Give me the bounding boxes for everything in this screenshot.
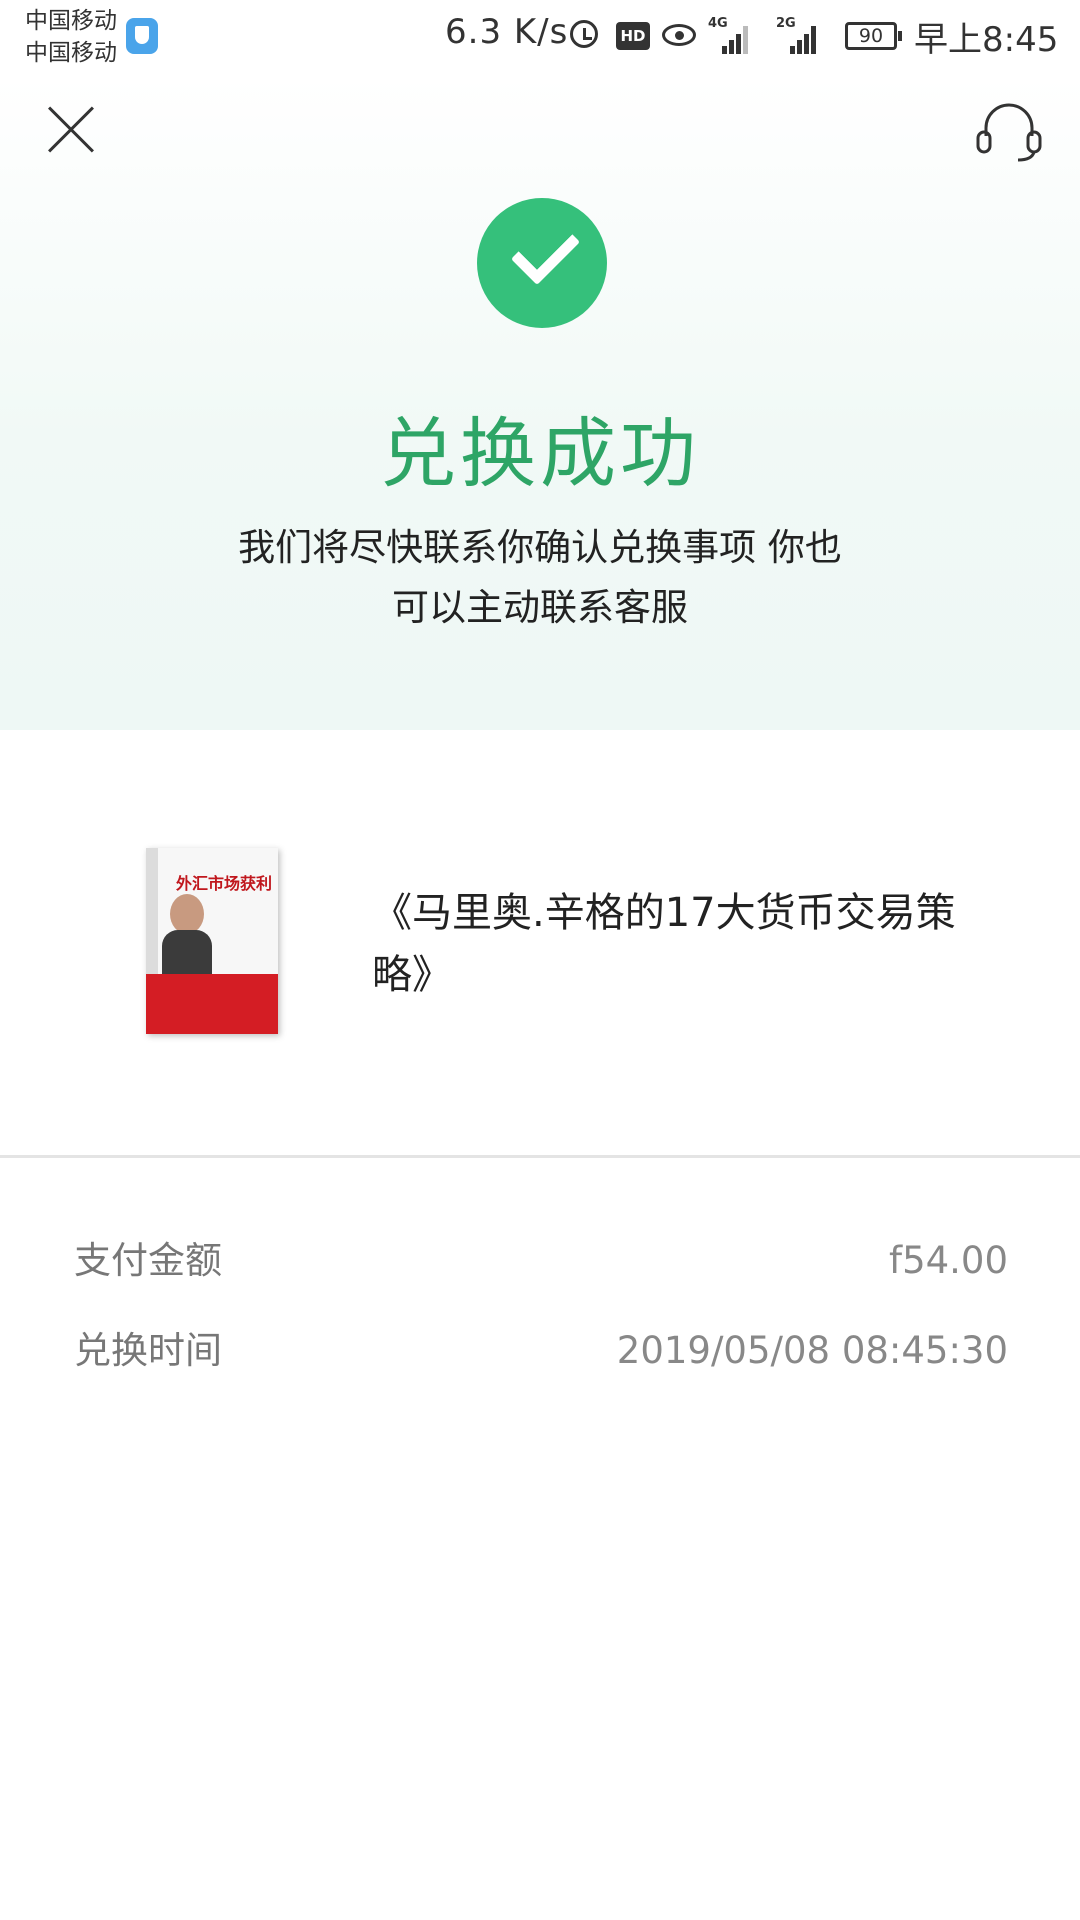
payment-amount-label: 支付金额 — [74, 1239, 222, 1282]
carrier-label-2: 中国移动 — [25, 40, 117, 66]
eye-icon — [662, 24, 696, 46]
book-cover-title: 外汇市场获利 — [175, 874, 272, 893]
product-name: 《马里奥.辛格的17大货币交易策略》 — [372, 890, 956, 998]
product-card[interactable]: 外汇市场获利 《马里奥.辛格的17大货币交易策略》 — [0, 730, 1080, 1158]
redeem-time-value: 2019/05/08 08:45:30 — [616, 1329, 1008, 1372]
result-title: 兑换成功 — [380, 409, 700, 498]
status-bar: 中国移动 中国移动 6.3 K/s HD 4G 2G 90 早上8:45 — [0, 0, 1080, 76]
result-description: 我们将尽快联系你确认兑换事项 你也可以主动联系客服 — [238, 526, 842, 629]
signal-4g-tag: 4G — [708, 16, 728, 31]
shield-icon — [126, 18, 158, 54]
network-speed: 6.3 K/s — [445, 12, 569, 52]
book-cover-image: 外汇市场获利 — [146, 848, 278, 1034]
book-cover-portrait — [162, 894, 212, 974]
signal-4g-icon: 4G — [708, 16, 750, 54]
alarm-icon — [570, 20, 598, 48]
book-cover-band — [146, 974, 278, 1034]
status-time: 早上8:45 — [914, 20, 1059, 60]
close-icon[interactable] — [44, 104, 96, 156]
redeem-time-row: 兑换时间 2019/05/08 08:45:30 — [74, 1326, 1008, 1376]
payment-amount-value: f54.00 — [889, 1239, 1008, 1282]
redeem-time-label: 兑换时间 — [74, 1329, 222, 1372]
headset-icon[interactable] — [974, 98, 1044, 162]
battery-icon: 90 — [845, 22, 902, 50]
payment-amount-row: 支付金额 f54.00 — [74, 1236, 1008, 1286]
check-circle-icon — [477, 198, 607, 328]
carrier-label-1: 中国移动 — [25, 8, 117, 34]
signal-2g-icon: 2G — [776, 16, 818, 54]
hd-icon: HD — [616, 22, 650, 50]
signal-2g-tag: 2G — [776, 16, 796, 31]
